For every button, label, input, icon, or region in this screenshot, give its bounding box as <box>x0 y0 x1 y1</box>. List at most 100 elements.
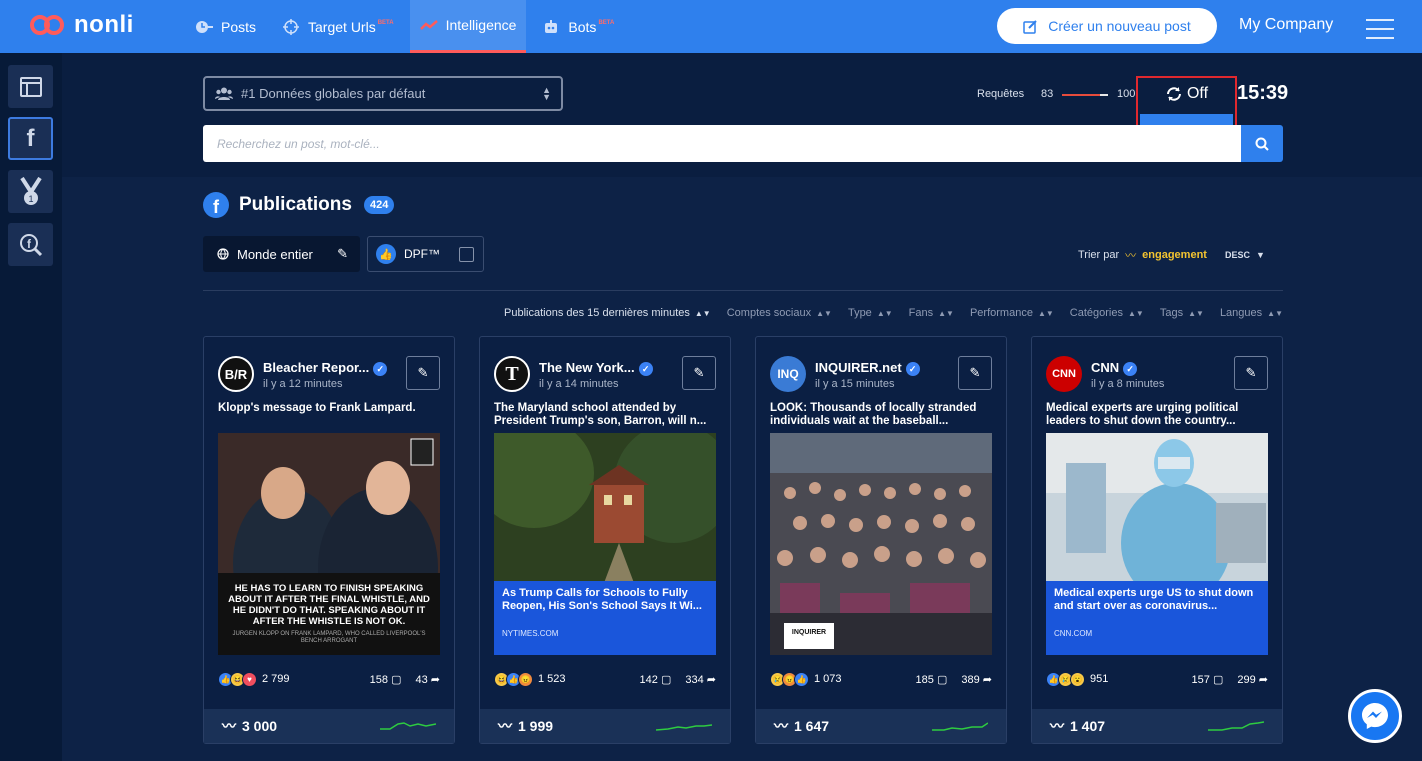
engagement-score: 〰 1 647 <box>756 709 1006 743</box>
comments-count: 157 ▢ <box>1192 673 1224 686</box>
account-name[interactable]: CNN ✓ <box>1091 360 1138 376</box>
publications-count-badge: 424 <box>363 196 395 214</box>
search-input[interactable] <box>217 136 1241 151</box>
medal-icon[interactable]: 1 <box>8 170 53 213</box>
post-card[interactable]: B/R Bleacher Repor... ✓ il y a 12 minutes… <box>203 336 455 744</box>
column-filter[interactable]: Comptes sociaux ▲▼ <box>727 307 832 319</box>
column-filter-label: Publications des 15 dernières minutes <box>504 307 690 319</box>
shares-value: 43 <box>415 673 428 686</box>
share-icon: ➦ <box>706 673 716 686</box>
post-card[interactable]: CNN CNN ✓ il y a 8 minutes ✎ Medical expe… <box>1031 336 1283 744</box>
column-filter[interactable]: Publications des 15 dernières minutes ▲▼ <box>504 307 711 319</box>
column-filter[interactable]: Performance ▲▼ <box>970 307 1054 319</box>
comments-value: 142 <box>639 673 658 686</box>
shares-count: 334 ➦ <box>685 673 716 686</box>
sparkline <box>656 724 712 731</box>
facebook-icon[interactable]: f <box>8 117 53 160</box>
account-name[interactable]: The New York... ✓ <box>539 360 653 376</box>
account-name[interactable]: INQUIRER.net ✓ <box>815 360 920 376</box>
edit-icon: ✎ <box>969 365 981 380</box>
link-domain: NYTIMES.COM <box>502 629 559 638</box>
shares-value: 334 <box>685 673 704 686</box>
dpf-filter[interactable]: 👍 DPF™ <box>367 236 484 272</box>
sort-arrows-icon: ▲▼ <box>876 309 893 318</box>
search-icon <box>1255 137 1269 151</box>
post-image[interactable]: INQUIRER <box>770 433 992 655</box>
sort-arrows-icon: ▲▼ <box>938 309 954 318</box>
pulse-icon: 〰 <box>222 718 236 734</box>
sort-order[interactable]: DESC <box>1225 250 1250 260</box>
comment-icon: ▢ <box>936 673 948 686</box>
love-icon: ♥ <box>242 671 257 687</box>
facebook-search-icon[interactable]: f <box>8 223 53 266</box>
post-image[interactable]: As Trump Calls for Schools to Fully Reop… <box>494 433 716 655</box>
logo[interactable]: nonli <box>30 11 134 39</box>
thumbs-up-icon: 👍 <box>376 244 396 264</box>
create-post-button[interactable]: Créer un nouveau post <box>997 8 1217 44</box>
messenger-icon <box>1362 703 1388 729</box>
column-filter[interactable]: Fans ▲▼ <box>909 307 954 319</box>
column-filter[interactable]: Langues ▲▼ <box>1220 307 1283 319</box>
region-filter[interactable]: Monde entier ✎ <box>203 236 360 272</box>
dataset-select[interactable]: #1 Données globales par défaut ▲ ▼ <box>203 76 563 111</box>
edit-icon <box>1023 19 1037 34</box>
post-stats: 👍 😆 ♥ 2 799 158 ▢ 43 ➦ <box>218 670 440 688</box>
post-time: il y a 14 minutes <box>539 378 619 390</box>
comment-icon: ▢ <box>391 673 402 686</box>
reactions-count: 951 <box>1090 673 1109 685</box>
clock: 15:39 <box>1237 82 1289 104</box>
sort-arrows-icon: ▲▼ <box>1037 309 1054 318</box>
column-filter-label: Tags <box>1159 307 1184 319</box>
score-value: 1 407 <box>1070 718 1106 734</box>
dpf-checkbox[interactable] <box>459 247 474 262</box>
menu-icon[interactable] <box>1366 19 1394 46</box>
comments-value: 157 <box>1191 673 1210 686</box>
nav-item-intelligence[interactable]: Intelligence <box>409 0 527 53</box>
company-name[interactable]: My Company <box>1239 16 1333 34</box>
logo-text: nonli <box>74 11 134 38</box>
refresh-icon <box>1166 87 1181 101</box>
account-name[interactable]: Bleacher Repor... ✓ <box>263 360 388 376</box>
post-image[interactable]: HE HAS TO LEARN TO FINISH SPEAKING ABOUT… <box>218 433 440 655</box>
column-filter[interactable]: Type ▲▼ <box>848 307 893 319</box>
nav-item-bots[interactable]: Bots BETA <box>532 0 624 53</box>
layout-icon[interactable] <box>8 65 53 108</box>
comments-count: 142 ▢ <box>640 673 672 686</box>
sort-control[interactable]: Trier par 〰 engagement DESC ▼ <box>1078 247 1265 263</box>
clock-icon <box>195 18 213 36</box>
reactions-icons: 😆 👍 😠 <box>494 671 533 687</box>
verified-icon: ✓ <box>373 361 388 376</box>
edit-button[interactable]: ✎ <box>682 356 716 390</box>
column-filter[interactable]: Catégories ▲▼ <box>1070 307 1144 319</box>
column-filter-label: Fans <box>908 307 934 319</box>
beta-badge: BETA <box>377 19 394 26</box>
nav-item-posts[interactable]: Posts <box>185 0 266 53</box>
search-button[interactable] <box>1241 125 1283 162</box>
trend-icon <box>419 16 438 34</box>
link-preview[interactable]: Medical experts urge US to shut down and… <box>1046 581 1268 655</box>
post-time: il y a 8 minutes <box>1091 378 1165 390</box>
avatar: CNN <box>1046 356 1082 392</box>
edit-button[interactable]: ✎ <box>958 356 992 390</box>
edit-button[interactable]: ✎ <box>406 356 440 390</box>
post-card[interactable]: INQ INQUIRER.net ✓ il y a 15 minutes ✎ LO… <box>755 336 1007 744</box>
nav-item-target-urls[interactable]: Target Urls BETA <box>272 0 404 53</box>
beta-badge: BETA <box>598 19 615 26</box>
sort-arrows-icon: ▲▼ <box>1128 309 1144 318</box>
refresh-state: Off <box>1186 85 1209 102</box>
edit-button[interactable]: ✎ <box>1234 356 1268 390</box>
users-icon <box>215 87 233 100</box>
divider <box>203 290 1283 291</box>
post-card[interactable]: T The New York... ✓ il y a 14 minutes ✎ T… <box>479 336 731 744</box>
messenger-chat-button[interactable] <box>1348 689 1402 743</box>
refresh-toggle[interactable]: Off <box>1140 83 1233 105</box>
engagement-score: 〰 1 999 <box>480 709 730 743</box>
link-preview[interactable]: As Trump Calls for Schools to Fully Reop… <box>494 581 716 655</box>
pencil-icon[interactable]: ✎ <box>337 246 348 262</box>
post-time: il y a 12 minutes <box>263 378 343 390</box>
column-filter[interactable]: Tags ▲▼ <box>1160 307 1204 319</box>
post-image[interactable]: Medical experts urge US to shut down and… <box>1046 433 1268 655</box>
column-filter-label: Langues <box>1219 307 1263 319</box>
search-bar <box>203 125 1241 162</box>
column-filter-label: Performance <box>969 307 1033 319</box>
